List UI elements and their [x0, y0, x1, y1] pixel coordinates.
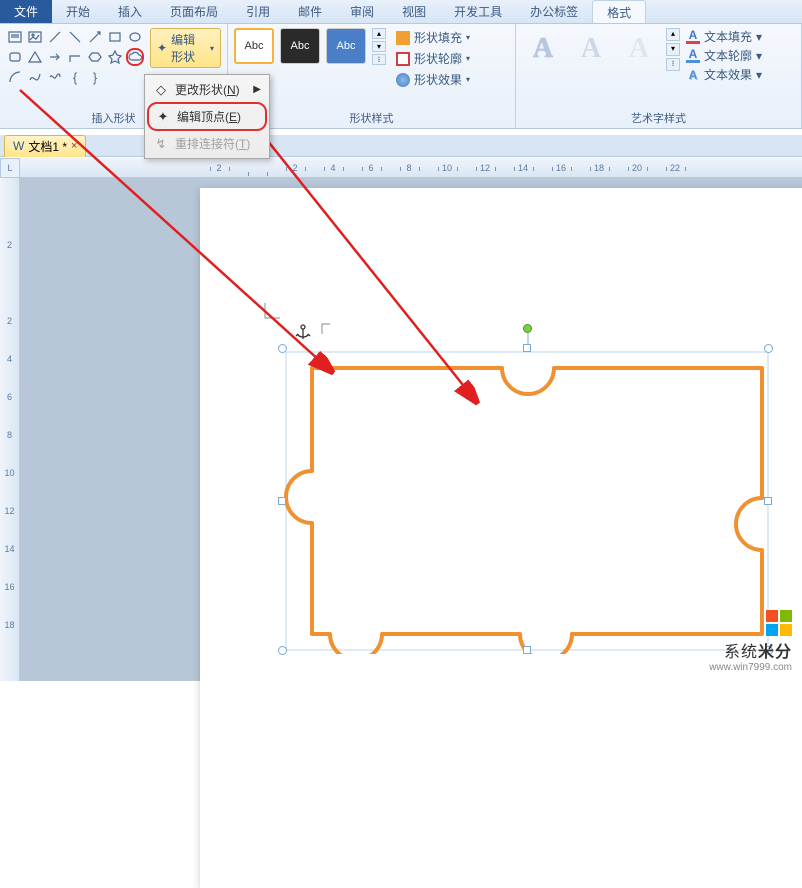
change-shape-icon: ◇ — [153, 82, 169, 98]
menu-change-shape-label: 更改形状(N) — [175, 81, 240, 98]
menu-change-shape[interactable]: ◇ 更改形状(N) ▶ — [147, 77, 267, 102]
menu-reroute-label: 重排连接符(T) — [175, 135, 250, 152]
menu-edit-points[interactable]: ✦ 编辑顶点(E) — [147, 102, 267, 131]
menu-edit-points-label: 编辑顶点(E) — [177, 108, 241, 125]
menu-reroute: ↯ 重排连接符(T) — [147, 131, 267, 156]
reroute-icon: ↯ — [153, 136, 169, 152]
edit-shape-dropdown: ◇ 更改形状(N) ▶ ✦ 编辑顶点(E) ↯ 重排连接符(T) — [144, 74, 270, 159]
edit-points-icon: ✦ — [155, 109, 171, 125]
annotation-arrows — [0, 0, 802, 681]
submenu-arrow-icon: ▶ — [253, 84, 261, 95]
